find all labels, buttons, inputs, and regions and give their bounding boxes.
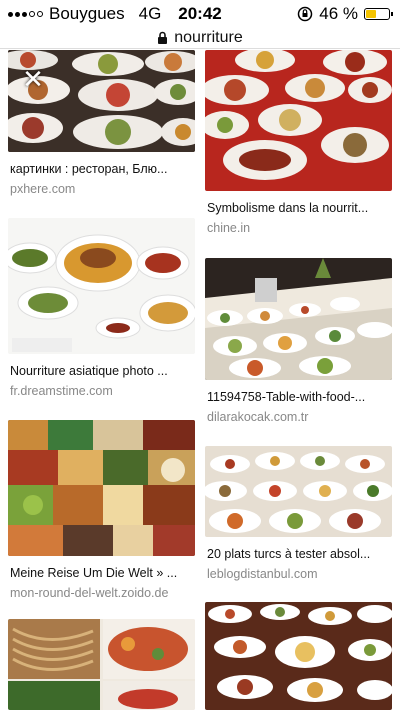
result-title[interactable]: Meine Reise Um Die Welt » ... (10, 566, 194, 580)
result-title[interactable]: 11594758-Table-with-food-... (207, 390, 391, 404)
status-right: 46 % (297, 4, 393, 24)
result-image[interactable] (205, 50, 392, 191)
result-image[interactable] (205, 602, 392, 710)
result-source: dilarakocak.com.tr (207, 410, 309, 424)
result-source: pxhere.com (10, 182, 76, 196)
result-source: leblogdistanbul.com (207, 567, 318, 581)
result-image[interactable] (8, 420, 195, 556)
url-bar[interactable]: nourriture (0, 28, 400, 48)
battery-icon (364, 8, 393, 20)
result-title[interactable]: 20 plats turcs à tester absol... (207, 547, 391, 561)
divider (0, 48, 400, 49)
result-title[interactable]: Nourriture asiatique photo ... (10, 364, 194, 378)
result-image[interactable] (205, 446, 392, 537)
result-image[interactable] (8, 218, 195, 354)
orientation-lock-icon (298, 6, 313, 22)
result-source: fr.dreamstime.com (10, 384, 113, 398)
url-text: nourriture (174, 29, 243, 46)
result-source: mon-round-del-welt.zoido.de (10, 586, 169, 600)
close-icon[interactable]: ✕ (18, 64, 48, 94)
status-bar: Bouygues 4G 20:42 46 % (0, 0, 400, 28)
result-title[interactable]: картинки : ресторан, Блю... (10, 162, 194, 176)
result-image[interactable] (8, 619, 195, 710)
result-image[interactable] (205, 258, 392, 380)
result-title[interactable]: Symbolisme dans la nourrit... (207, 201, 391, 215)
lock-icon (158, 31, 168, 44)
battery-percent: 46 % (319, 4, 358, 23)
result-source: chine.in (207, 221, 251, 235)
